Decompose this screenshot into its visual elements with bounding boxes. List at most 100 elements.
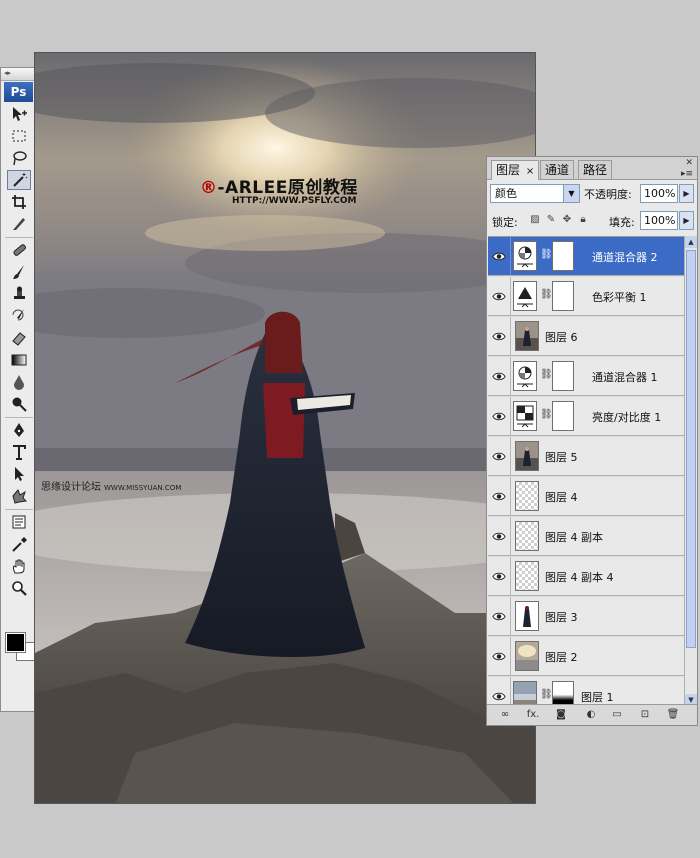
layer-row[interactable]: ⛓ 亮度/对比度 1: [488, 397, 684, 436]
lock-all-icon[interactable]: 🔒︎: [577, 214, 589, 226]
new-group-button[interactable]: ▭: [609, 707, 625, 723]
layer-thumbnail[interactable]: [513, 281, 537, 311]
visibility-eye-icon[interactable]: [488, 237, 511, 275]
hand-tool[interactable]: [7, 556, 31, 576]
layer-row[interactable]: 图层 3: [488, 597, 684, 636]
layer-mask-thumbnail[interactable]: [552, 281, 574, 311]
mask-link-icon[interactable]: ⛓: [540, 369, 553, 380]
layer-thumbnail[interactable]: [515, 601, 539, 631]
layer-thumbnail[interactable]: [515, 481, 539, 511]
layer-row[interactable]: ⛓ 色彩平衡 1: [488, 277, 684, 316]
layer-thumbnail[interactable]: [513, 361, 537, 391]
visibility-eye-icon[interactable]: [488, 477, 511, 515]
layer-row[interactable]: 图层 5: [488, 437, 684, 476]
layer-row[interactable]: ⛓ 图层 1: [488, 677, 684, 707]
layer-row[interactable]: 图层 6: [488, 317, 684, 356]
visibility-eye-icon[interactable]: [488, 397, 511, 435]
panel-close-icon[interactable]: ✕: [685, 158, 693, 168]
pen-tool[interactable]: [7, 420, 31, 440]
mask-link-icon[interactable]: ⛓: [540, 689, 553, 700]
magic-wand-tool[interactable]: [7, 170, 31, 190]
visibility-eye-icon[interactable]: [488, 317, 511, 355]
tab-layers[interactable]: 图层 ×: [491, 160, 540, 180]
zoom-tool[interactable]: [7, 578, 31, 598]
layer-thumbnail[interactable]: [515, 441, 539, 471]
visibility-eye-icon[interactable]: [488, 557, 511, 595]
delete-layer-button[interactable]: 🗑: [665, 707, 681, 723]
mask-link-icon[interactable]: ⛓: [540, 289, 553, 300]
chevron-down-icon[interactable]: ▼: [563, 185, 579, 202]
slice-tool[interactable]: [7, 214, 31, 234]
scroll-thumb[interactable]: [686, 250, 696, 648]
layer-thumbnail[interactable]: [513, 241, 537, 271]
lock-pixels-icon[interactable]: ✎: [545, 214, 557, 226]
panel-menu-icon[interactable]: ▸≡: [681, 169, 693, 179]
layer-mask-thumbnail[interactable]: [552, 241, 574, 271]
registered-mark: ®: [200, 178, 218, 198]
new-layer-button[interactable]: ⊡: [637, 707, 653, 723]
blend-mode-select[interactable]: 颜色 ▼: [490, 184, 580, 203]
layer-row[interactable]: ⛓ 通道混合器 2: [488, 237, 684, 276]
layer-row[interactable]: 图层 4 副本 4: [488, 557, 684, 596]
eraser-tool[interactable]: [7, 328, 31, 348]
blur-tool[interactable]: [7, 372, 31, 392]
foreground-color-swatch[interactable]: [5, 632, 26, 653]
move-tool[interactable]: [7, 104, 31, 124]
shape-tool[interactable]: [7, 486, 31, 506]
visibility-eye-icon[interactable]: [488, 637, 511, 675]
tab-paths[interactable]: 路径: [578, 160, 613, 179]
layer-row[interactable]: 图层 4: [488, 477, 684, 516]
layer-row[interactable]: 图层 4 副本: [488, 517, 684, 556]
layer-row[interactable]: 图层 2: [488, 637, 684, 676]
lasso-tool[interactable]: [7, 148, 31, 168]
fill-input[interactable]: 100%: [640, 211, 678, 230]
layer-mask-thumbnail[interactable]: [552, 361, 574, 391]
document-canvas[interactable]: ®-ARLEE原创教程 HTTP://WWW.PSFLY.COM 思缘设计论坛 W…: [34, 52, 536, 804]
bandage-icon: [13, 244, 26, 256]
visibility-eye-icon[interactable]: [488, 277, 511, 315]
lock-transparency-icon[interactable]: ▨: [529, 214, 541, 226]
mask-link-icon[interactable]: ⛓: [540, 409, 553, 420]
visibility-eye-icon[interactable]: [488, 677, 511, 707]
crop-tool[interactable]: [7, 192, 31, 212]
visibility-eye-icon[interactable]: [488, 437, 511, 475]
visibility-eye-icon[interactable]: [488, 517, 511, 555]
gradient-tool[interactable]: [7, 350, 31, 370]
mask-link-icon[interactable]: ⛓: [540, 249, 553, 260]
notes-tool[interactable]: [7, 512, 31, 532]
visibility-eye-icon[interactable]: [488, 357, 511, 395]
visibility-eye-icon[interactable]: [488, 597, 511, 635]
pen-icon: [14, 423, 24, 437]
layer-row[interactable]: ⛓ 通道混合器 1: [488, 357, 684, 396]
layer-thumbnail[interactable]: [515, 561, 539, 591]
tab-close-icon[interactable]: ×: [526, 166, 534, 177]
layer-mask-thumbnail[interactable]: [552, 401, 574, 431]
brand-watermark: ®-ARLEE原创教程 HTTP://WWW.PSFLY.COM: [200, 173, 358, 206]
brush-tool[interactable]: [7, 262, 31, 282]
type-tool[interactable]: [7, 442, 31, 462]
eyedropper-tool[interactable]: [7, 534, 31, 554]
clone-stamp-tool[interactable]: [7, 284, 31, 304]
add-mask-button[interactable]: ◙: [553, 707, 569, 723]
layer-thumbnail[interactable]: [515, 521, 539, 551]
scroll-up-icon[interactable]: ▲: [685, 236, 697, 248]
fill-slider-arrow-icon[interactable]: ▶: [679, 211, 694, 230]
layer-thumbnail[interactable]: [515, 321, 539, 351]
palette-grip[interactable]: ◂▸: [1, 68, 35, 81]
tab-channels[interactable]: 通道: [540, 160, 575, 179]
dodge-tool[interactable]: [7, 394, 31, 414]
new-adjustment-button[interactable]: ◐: [583, 707, 599, 723]
photoshop-logo[interactable]: Ps: [4, 82, 33, 102]
layer-list-scrollbar[interactable]: ▲ ▼: [684, 236, 697, 706]
layer-thumbnail[interactable]: [515, 641, 539, 671]
marquee-tool[interactable]: [7, 126, 31, 146]
path-selection-tool[interactable]: [7, 464, 31, 484]
link-layers-button[interactable]: ∞: [497, 707, 513, 723]
opacity-slider-arrow-icon[interactable]: ▶: [679, 184, 694, 203]
opacity-input[interactable]: 100%: [640, 184, 678, 203]
lock-position-icon[interactable]: ✥: [561, 214, 573, 226]
add-style-button[interactable]: fx.: [525, 707, 541, 723]
layer-thumbnail[interactable]: [513, 401, 537, 431]
healing-brush-tool[interactable]: [7, 240, 31, 260]
history-brush-tool[interactable]: [7, 306, 31, 326]
